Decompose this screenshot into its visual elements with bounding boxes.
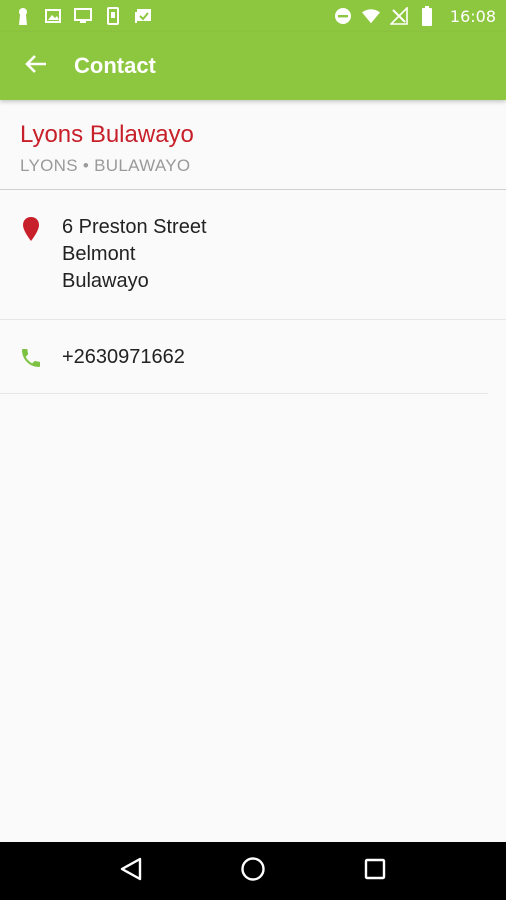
keyhole-icon bbox=[14, 7, 32, 25]
phone-row[interactable]: +2630971662 bbox=[0, 320, 488, 394]
nav-home-button[interactable] bbox=[229, 847, 277, 895]
nav-recents-button[interactable] bbox=[351, 847, 399, 895]
page-title: Contact bbox=[74, 53, 156, 78]
no-signal-icon bbox=[389, 7, 408, 25]
contact-name: Lyons Bulawayo bbox=[20, 121, 194, 148]
phone-icon bbox=[0, 344, 62, 370]
contact-content: Lyons Bulawayo LYONS • BULAWAYO 6 Presto… bbox=[0, 100, 506, 842]
monitor-icon bbox=[74, 7, 92, 25]
address-text: 6 Preston Street Belmont Bulawayo bbox=[62, 214, 207, 295]
phone-device-icon bbox=[104, 7, 122, 25]
phone-number: +2630971662 bbox=[62, 346, 185, 368]
nav-back-button[interactable] bbox=[107, 847, 155, 895]
address-line-2: Belmont bbox=[62, 243, 136, 265]
address-row[interactable]: 6 Preston Street Belmont Bulawayo bbox=[0, 190, 506, 320]
home-circle-icon bbox=[240, 856, 266, 887]
location-pin-icon bbox=[0, 214, 62, 242]
address-line-3: Bulawayo bbox=[62, 270, 149, 292]
dnd-icon bbox=[334, 7, 352, 25]
contact-subtitle: LYONS • BULAWAYO bbox=[20, 156, 191, 175]
battery-icon bbox=[418, 6, 436, 26]
status-bar: 16:08 bbox=[0, 0, 506, 32]
back-triangle-icon bbox=[120, 857, 142, 886]
arrow-left-icon bbox=[25, 54, 47, 79]
status-time: 16:08 bbox=[449, 6, 496, 26]
back-button[interactable] bbox=[8, 38, 64, 94]
contact-header: Lyons Bulawayo LYONS • BULAWAYO bbox=[0, 100, 506, 190]
image-icon bbox=[44, 7, 62, 25]
recents-square-icon bbox=[364, 858, 386, 885]
address-line-1: 6 Preston Street bbox=[62, 216, 207, 238]
app-bar: Contact bbox=[0, 32, 506, 100]
status-right-icons: 16:08 bbox=[334, 6, 496, 26]
status-left-icons bbox=[14, 7, 152, 25]
wifi-icon bbox=[361, 7, 380, 25]
system-nav-bar bbox=[0, 842, 506, 900]
photos-check-icon bbox=[134, 7, 152, 25]
